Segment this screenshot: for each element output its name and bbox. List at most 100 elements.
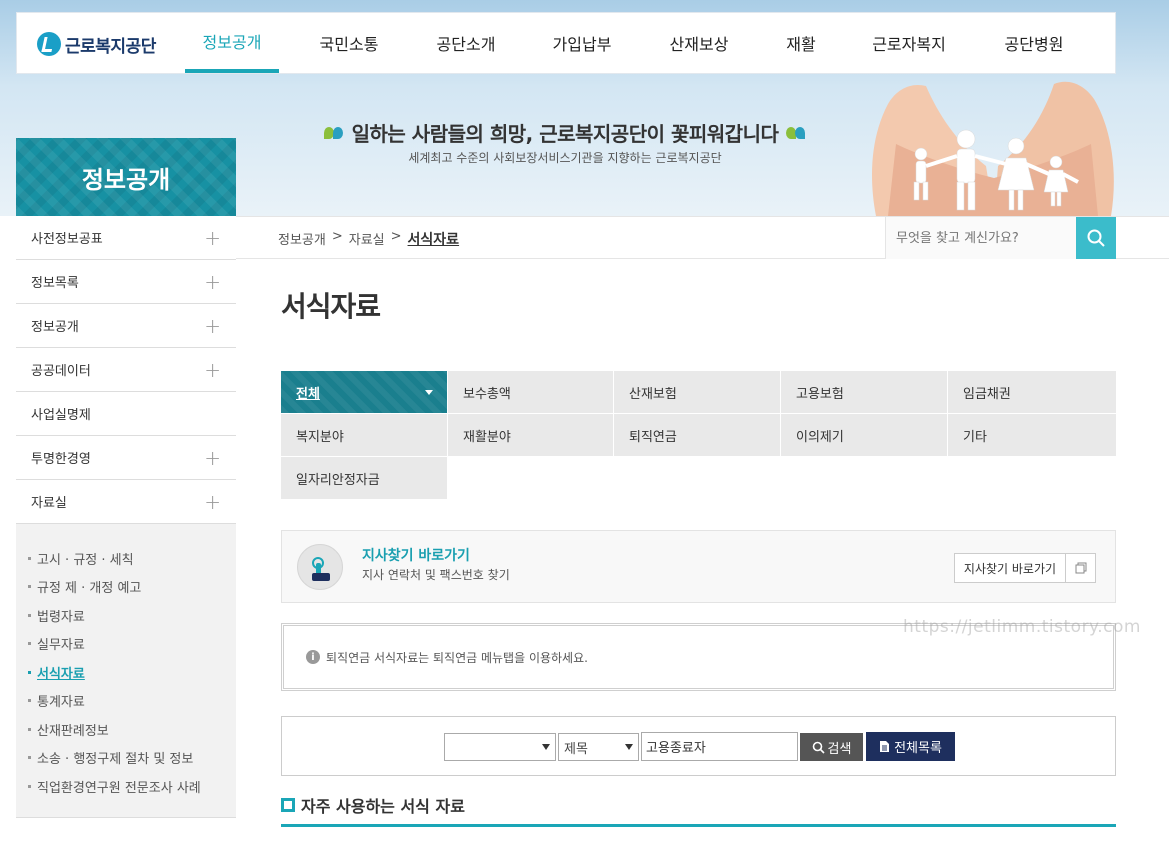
search-input[interactable]	[886, 217, 1076, 259]
search-submit-label: 검색	[827, 741, 852, 757]
branch-finder-box: 지사찾기 바로가기 지사 연락처 및 팩스번호 찾기 지사찾기 바로가기	[281, 530, 1116, 603]
search-icon	[812, 741, 825, 754]
sidebar-item-archive[interactable]: 자료실 +	[16, 480, 236, 524]
sidebar-item-info-disclosure[interactable]: 정보공개 +	[16, 304, 236, 348]
tab-objection[interactable]: 이의제기	[781, 414, 947, 456]
submenu-item-regulation-preview[interactable]: 규정 제 · 개정 예고	[28, 573, 236, 602]
category-select[interactable]	[444, 733, 556, 761]
branch-finder-desc: 지사 연락처 및 팩스번호 찾기	[362, 568, 510, 582]
submenu-item-notices[interactable]: 고시 · 규정 · 세칙	[28, 544, 236, 573]
plus-icon: +	[204, 445, 221, 470]
tab-welfare[interactable]: 복지분야	[281, 414, 447, 456]
section-title: 자주 사용하는 서식 자료	[281, 793, 465, 817]
search-icon	[1087, 229, 1105, 247]
nav-item-public-communication[interactable]: 국민소통	[302, 13, 396, 73]
chevron-down-icon	[625, 744, 633, 750]
form-search-box: 제목 고용종료자 검색 전체목록	[281, 716, 1116, 776]
plus-icon: +	[204, 313, 221, 338]
site-search	[885, 217, 1116, 259]
sidebar-item-label: 공공데이터	[31, 364, 91, 379]
sidebar-submenu: 고시 · 규정 · 세칙 규정 제 · 개정 예고 법령자료 실무자료 서식자료…	[16, 524, 236, 818]
sidebar-item-public-data[interactable]: 공공데이터 +	[16, 348, 236, 392]
sidebar-item-pre-disclosure[interactable]: 사전정보공표 +	[16, 216, 236, 260]
slogan-subtext: 세계최고 수준의 사회보장서비스기관을 지향하는 근로복지공단	[408, 151, 722, 165]
sidebar-menu: 사전정보공표 + 정보목록 + 정보공개 + 공공데이터 + 사업실명제 투명한경영 + …	[16, 216, 236, 818]
branch-finder-title[interactable]: 지사찾기 바로가기	[362, 545, 470, 565]
nav-item-subscription[interactable]: 가입납부	[535, 13, 629, 73]
nav-item-info-disclosure[interactable]: 정보공개	[185, 13, 279, 73]
banner-slogan: 일하는 사람들의 희망, 근로복지공단이 꽃피워갑니다 세계최고 수준의 사회보…	[300, 118, 830, 166]
quote-close-icon	[784, 124, 808, 142]
section-title-text: 자주 사용하는 서식 자료	[301, 797, 465, 816]
nav-item-welfare[interactable]: 근로자복지	[857, 13, 961, 73]
watermark: https://jetlimm.tistory.com	[903, 617, 1141, 637]
breadcrumb-current[interactable]: 서식자료	[408, 229, 460, 249]
slogan-text: 일하는 사람들의 희망, 근로복지공단이 꽃피워갑니다	[351, 122, 779, 146]
branch-finder-button[interactable]: 지사찾기 바로가기	[954, 553, 1096, 583]
branch-finder-button-label: 지사찾기 바로가기	[963, 561, 1057, 576]
sidebar-item-label: 사전정보공표	[31, 232, 103, 247]
submenu-item-research-cases[interactable]: 직업환경연구원 전문조사 사례	[28, 772, 236, 801]
submenu-item-legal[interactable]: 법령자료	[28, 601, 236, 630]
nav-item-hospital[interactable]: 공단병원	[987, 13, 1081, 73]
top-header: 근로복지공단 정보공개 국민소통 공단소개 가입납부 산재보상 재활 근로자복지…	[16, 12, 1116, 74]
plus-icon: +	[204, 489, 221, 514]
sidebar-item-transparent-management[interactable]: 투명한경영 +	[16, 436, 236, 480]
field-select-value: 제목	[564, 741, 588, 757]
sidebar-item-label: 정보목록	[31, 276, 79, 291]
sidebar-item-project-naming[interactable]: 사업실명제	[16, 392, 236, 436]
sidebar-item-info-list[interactable]: 정보목록 +	[16, 260, 236, 304]
table-top-border	[281, 824, 1116, 827]
submenu-item-forms[interactable]: 서식자료	[28, 658, 236, 687]
logo[interactable]: 근로복지공단	[37, 29, 156, 59]
breadcrumb-separator: >	[331, 229, 343, 244]
all-list-button[interactable]: 전체목록	[866, 732, 955, 761]
sidebar-item-label: 정보공개	[31, 320, 79, 335]
chevron-down-icon	[542, 744, 550, 750]
logo-mark-icon	[37, 32, 61, 56]
plus-icon: +	[204, 225, 221, 250]
nav-item-compensation[interactable]: 산재보상	[652, 13, 746, 73]
tab-retirement-pension[interactable]: 퇴직연금	[614, 414, 780, 456]
document-icon	[880, 741, 890, 752]
sidebar-item-label: 자료실	[31, 496, 67, 511]
nav-item-rehab[interactable]: 재활	[767, 13, 835, 73]
tab-job-stability[interactable]: 일자리안정자금	[281, 457, 447, 499]
nav-item-about[interactable]: 공단소개	[419, 13, 513, 73]
page-title: 서식자료	[281, 290, 381, 323]
plus-icon: +	[204, 269, 221, 294]
breadcrumb-item[interactable]: 정보공개	[278, 229, 326, 249]
tab-etc[interactable]: 기타	[948, 414, 1116, 456]
notice-text: 퇴직연금 서식자료는 퇴직연금 메뉴탭을 이용하세요.	[326, 650, 588, 665]
tab-rehab[interactable]: 재활분야	[448, 414, 613, 456]
tab-total-pay[interactable]: 보수총액	[448, 371, 613, 413]
search-button[interactable]	[1076, 217, 1116, 259]
submenu-item-practice[interactable]: 실무자료	[28, 630, 236, 659]
sidebar-item-label: 사업실명제	[31, 408, 91, 423]
submenu-item-precedents[interactable]: 산재판례정보	[28, 715, 236, 744]
hands-family-illustration	[872, 81, 1114, 216]
copy-icon	[1065, 554, 1095, 582]
location-bar: 정보공개 > 자료실 > 서식자료	[236, 216, 1169, 259]
all-list-label: 전체목록	[894, 741, 942, 756]
sidebar-title: 정보공개	[16, 138, 236, 216]
quote-open-icon	[322, 124, 346, 142]
submenu-item-litigation[interactable]: 소송 · 행정구제 절차 및 정보	[28, 744, 236, 773]
breadcrumb-item[interactable]: 자료실	[349, 229, 385, 249]
breadcrumb-separator: >	[390, 229, 402, 244]
keyword-input[interactable]: 고용종료자	[641, 732, 798, 761]
logo-text: 근로복지공단	[65, 36, 156, 57]
finger-tap-icon	[297, 544, 343, 590]
tab-label: 전체	[296, 386, 320, 402]
tab-industrial-insurance[interactable]: 산재보험	[614, 371, 780, 413]
tab-all[interactable]: 전체	[281, 371, 447, 413]
info-icon: i	[306, 650, 320, 664]
square-bullet-icon	[281, 798, 295, 812]
plus-icon: +	[204, 357, 221, 382]
field-select[interactable]: 제목	[558, 733, 639, 761]
caret-down-icon	[425, 389, 433, 395]
tab-wage-claim[interactable]: 임금채권	[948, 371, 1116, 413]
search-submit-button[interactable]: 검색	[800, 733, 863, 761]
submenu-item-statistics[interactable]: 통계자료	[28, 687, 236, 716]
tab-employment-insurance[interactable]: 고용보험	[781, 371, 947, 413]
